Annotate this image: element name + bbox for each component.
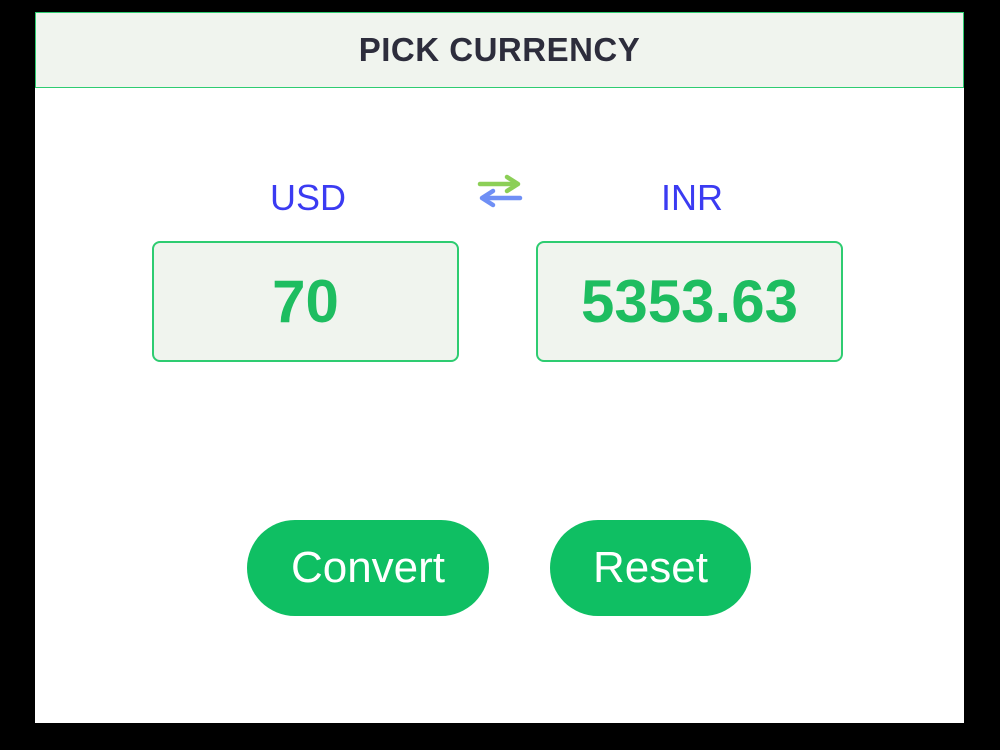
page-title: PICK CURRENCY (358, 31, 641, 68)
swap-icon[interactable] (475, 170, 525, 212)
from-currency-selector[interactable]: USD (153, 177, 463, 219)
header-bar: PICK CURRENCY (35, 12, 964, 88)
from-amount-input[interactable]: 70 (152, 241, 459, 362)
to-currency-selector[interactable]: INR (537, 177, 847, 219)
reset-button[interactable]: Reset (550, 520, 751, 616)
convert-button[interactable]: Convert (247, 520, 489, 616)
to-amount-output: 5353.63 (536, 241, 843, 362)
converter-card: PICK CURRENCY USD INR 70 5353.63 Convert… (35, 12, 964, 723)
